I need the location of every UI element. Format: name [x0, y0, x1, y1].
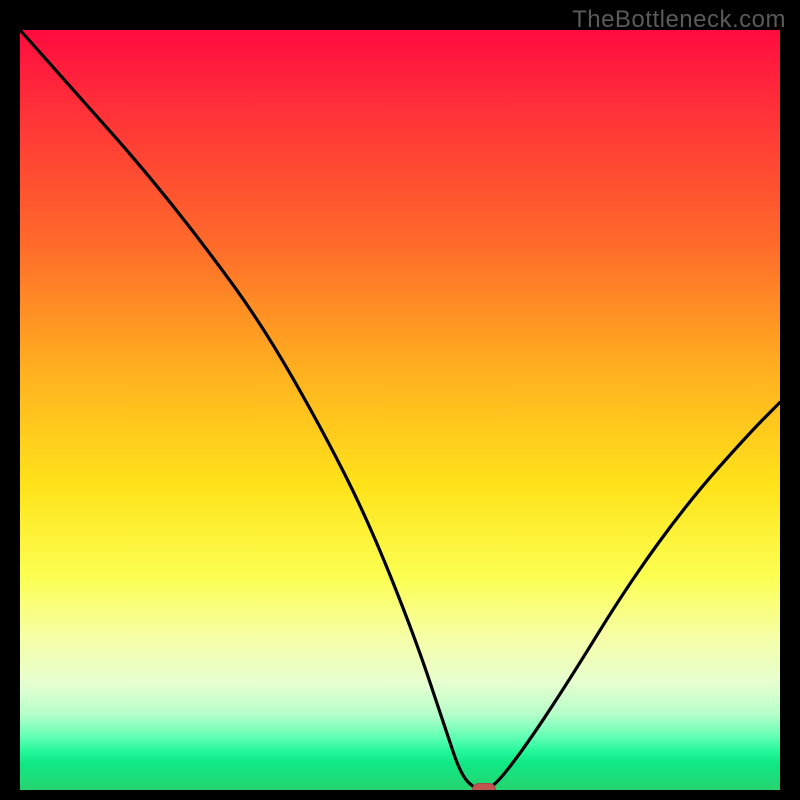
plot-area — [20, 30, 780, 790]
optimal-marker — [472, 783, 496, 790]
bottleneck-curve — [20, 30, 780, 790]
curve-layer — [20, 30, 780, 790]
watermark-text: TheBottleneck.com — [572, 6, 786, 34]
chart-frame: TheBottleneck.com — [0, 0, 800, 800]
